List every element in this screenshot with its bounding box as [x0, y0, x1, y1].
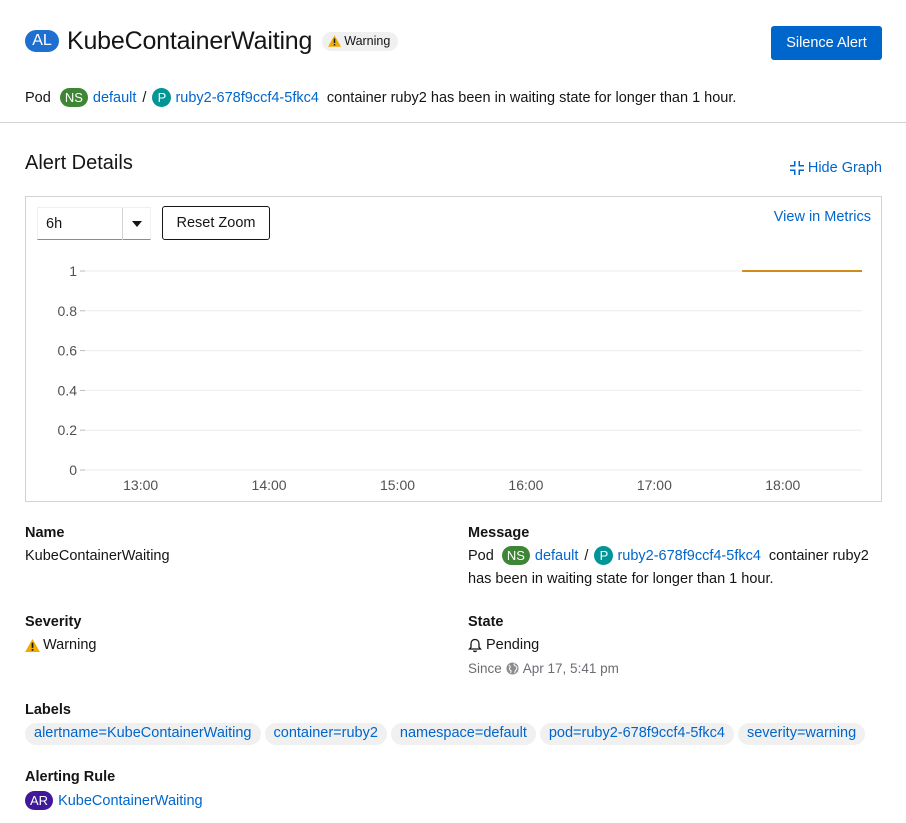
y-tick-label: 0: [69, 462, 77, 478]
label-chip[interactable]: namespace=default: [390, 723, 536, 745]
alerting-rule-badge: AR: [25, 791, 54, 810]
alert-chart[interactable]: 0 0.2 0.4 0.6 0.8 1 13:00 14:00 15:00 16:00 17:00 1…: [26, 197, 881, 501]
section-title: Alert Details: [25, 152, 133, 174]
severity-text: Warning: [43, 637, 97, 653]
message-label: Message: [468, 525, 530, 541]
state-label: State: [468, 614, 504, 630]
hide-graph-label: Hide Graph: [807, 160, 882, 176]
severity-label: Severity: [25, 614, 82, 630]
alerting-rule-label: Alerting Rule: [25, 769, 116, 785]
x-tick-label: 16:00: [508, 477, 543, 493]
reset-zoom-button[interactable]: Reset Zoom: [162, 206, 270, 240]
time-range-select[interactable]: 6h: [37, 207, 151, 240]
y-tick-label: 0.2: [58, 422, 78, 438]
page-header: AL KubeContainerWaiting Warning Silence …: [25, 24, 882, 64]
severity-chip: Warning: [322, 31, 399, 51]
namespace-badge: NS: [501, 546, 530, 565]
message-line-1: Pod NS default / P ruby2-678f9ccf4-5fkc4…: [468, 546, 869, 565]
caret-down-icon: [131, 221, 142, 227]
graph-panel: 0 0.2 0.4 0.6 0.8 1 13:00 14:00 15:00 16:00 17:00 1…: [25, 196, 882, 502]
severity-value: Warning: [25, 637, 96, 653]
pod-badge: P: [152, 88, 172, 107]
label-chip[interactable]: pod=ruby2-678f9ccf4-5fkc4: [539, 723, 734, 745]
message-pod-link[interactable]: ruby2-678f9ccf4-5fkc4: [617, 548, 760, 564]
globe-icon: [506, 662, 519, 675]
name-value: KubeContainerWaiting: [25, 548, 170, 564]
x-tick-label: 15:00: [380, 477, 415, 493]
pod-link[interactable]: ruby2-678f9ccf4-5fkc4: [175, 90, 318, 106]
message-text-2: has been in waiting state for longer tha…: [468, 571, 774, 587]
title-row: AL KubeContainerWaiting Warning: [25, 24, 882, 58]
x-tick-label: 13:00: [123, 477, 158, 493]
description-text: container ruby2 has been in waiting stat…: [326, 89, 737, 106]
y-tick-label: 0.4: [58, 382, 78, 398]
label-chip[interactable]: severity=warning: [737, 723, 866, 745]
labels-list: alertname=KubeContainerWaiting container…: [25, 723, 866, 745]
x-tick-label: 14:00: [252, 477, 287, 493]
y-tick-label: 0.8: [58, 303, 78, 319]
since-prefix: Since: [468, 661, 502, 676]
resource-kind: Pod: [25, 89, 51, 106]
bell-icon: [468, 638, 482, 652]
state-value: Pending: [468, 637, 539, 653]
separator: /: [584, 547, 589, 564]
hide-graph-link[interactable]: Hide Graph: [789, 160, 882, 176]
label-chip[interactable]: container=ruby2: [264, 723, 387, 745]
label-chip[interactable]: alertname=KubeContainerWaiting: [25, 723, 261, 745]
header-divider: [0, 122, 906, 123]
since-value: Apr 17, 5:41 pm: [522, 661, 619, 676]
x-tick-label: 17:00: [637, 477, 672, 493]
page-title: KubeContainerWaiting: [67, 26, 313, 55]
y-tick-label: 1: [69, 263, 77, 279]
view-in-metrics-link[interactable]: View in Metrics: [774, 209, 871, 225]
message-text-1: container ruby2: [768, 547, 869, 564]
x-tick-label: 18:00: [765, 477, 800, 493]
y-tick-label: 0.6: [58, 343, 78, 359]
severity-chip-label: Warning: [344, 34, 391, 48]
alerting-rule-link[interactable]: KubeContainerWaiting: [58, 793, 203, 809]
pod-badge: P: [594, 546, 614, 565]
warning-icon: [328, 35, 342, 47]
alert-kind-badge: AL: [25, 30, 59, 52]
namespace-badge: NS: [59, 88, 88, 107]
silence-alert-button[interactable]: Silence Alert: [771, 26, 882, 60]
separator: /: [142, 89, 147, 106]
state-text: Pending: [486, 637, 540, 653]
alerting-rule-value: AR KubeContainerWaiting: [25, 791, 203, 810]
alert-description: Pod NS default / P ruby2-678f9ccf4-5fkc4…: [25, 88, 736, 107]
message-kind: Pod: [468, 547, 494, 564]
message-namespace-link[interactable]: default: [535, 548, 579, 564]
namespace-link[interactable]: default: [93, 90, 137, 106]
warning-icon: [25, 638, 40, 652]
state-since: Since Apr 17, 5:41 pm: [468, 661, 619, 676]
labels-label: Labels: [25, 702, 71, 718]
time-range-value: 6h: [46, 215, 63, 232]
time-range-toggle[interactable]: [122, 208, 150, 240]
compress-icon: [789, 161, 804, 175]
name-label: Name: [25, 525, 65, 541]
